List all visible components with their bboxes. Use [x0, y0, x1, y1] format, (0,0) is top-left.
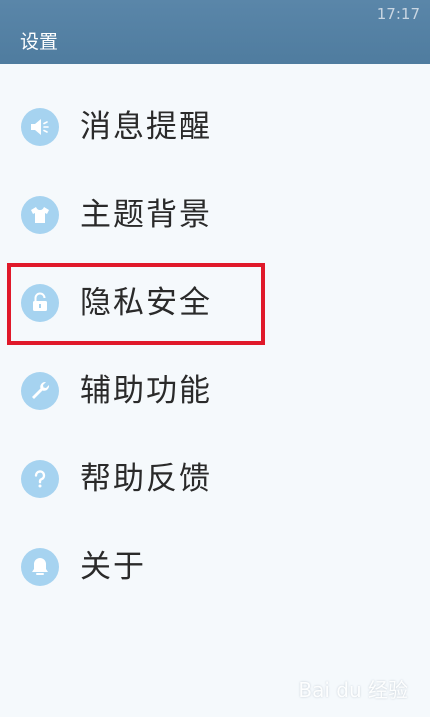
menu-item-help[interactable]: 帮助反馈 — [0, 436, 430, 524]
menu-item-theme[interactable]: 主题背景 — [0, 172, 430, 260]
menu-item-notifications[interactable]: 消息提醒 — [0, 84, 430, 172]
menu-item-label: 关于 — [80, 549, 146, 585]
page-title: 设置 — [20, 31, 59, 53]
wrench-icon — [21, 372, 59, 410]
question-icon — [21, 460, 59, 498]
menu-item-accessibility[interactable]: 辅助功能 — [0, 348, 430, 436]
bell-icon — [21, 548, 59, 586]
settings-menu: 消息提醒 主题背景 隐私安全 辅助功能 帮助反馈 关于 — [0, 84, 430, 612]
app-header: 17:17 设置 — [0, 0, 430, 64]
shirt-icon — [21, 196, 59, 234]
menu-item-label: 辅助功能 — [80, 373, 212, 409]
menu-item-label: 帮助反馈 — [80, 461, 212, 497]
highlight-box — [7, 263, 265, 345]
menu-item-label: 消息提醒 — [80, 109, 212, 145]
speaker-icon — [21, 108, 59, 146]
menu-item-about[interactable]: 关于 — [0, 524, 430, 612]
menu-item-label: 主题背景 — [80, 197, 212, 233]
watermark: Bai du 经验 — [298, 678, 408, 702]
status-time: 17:17 — [376, 5, 420, 23]
